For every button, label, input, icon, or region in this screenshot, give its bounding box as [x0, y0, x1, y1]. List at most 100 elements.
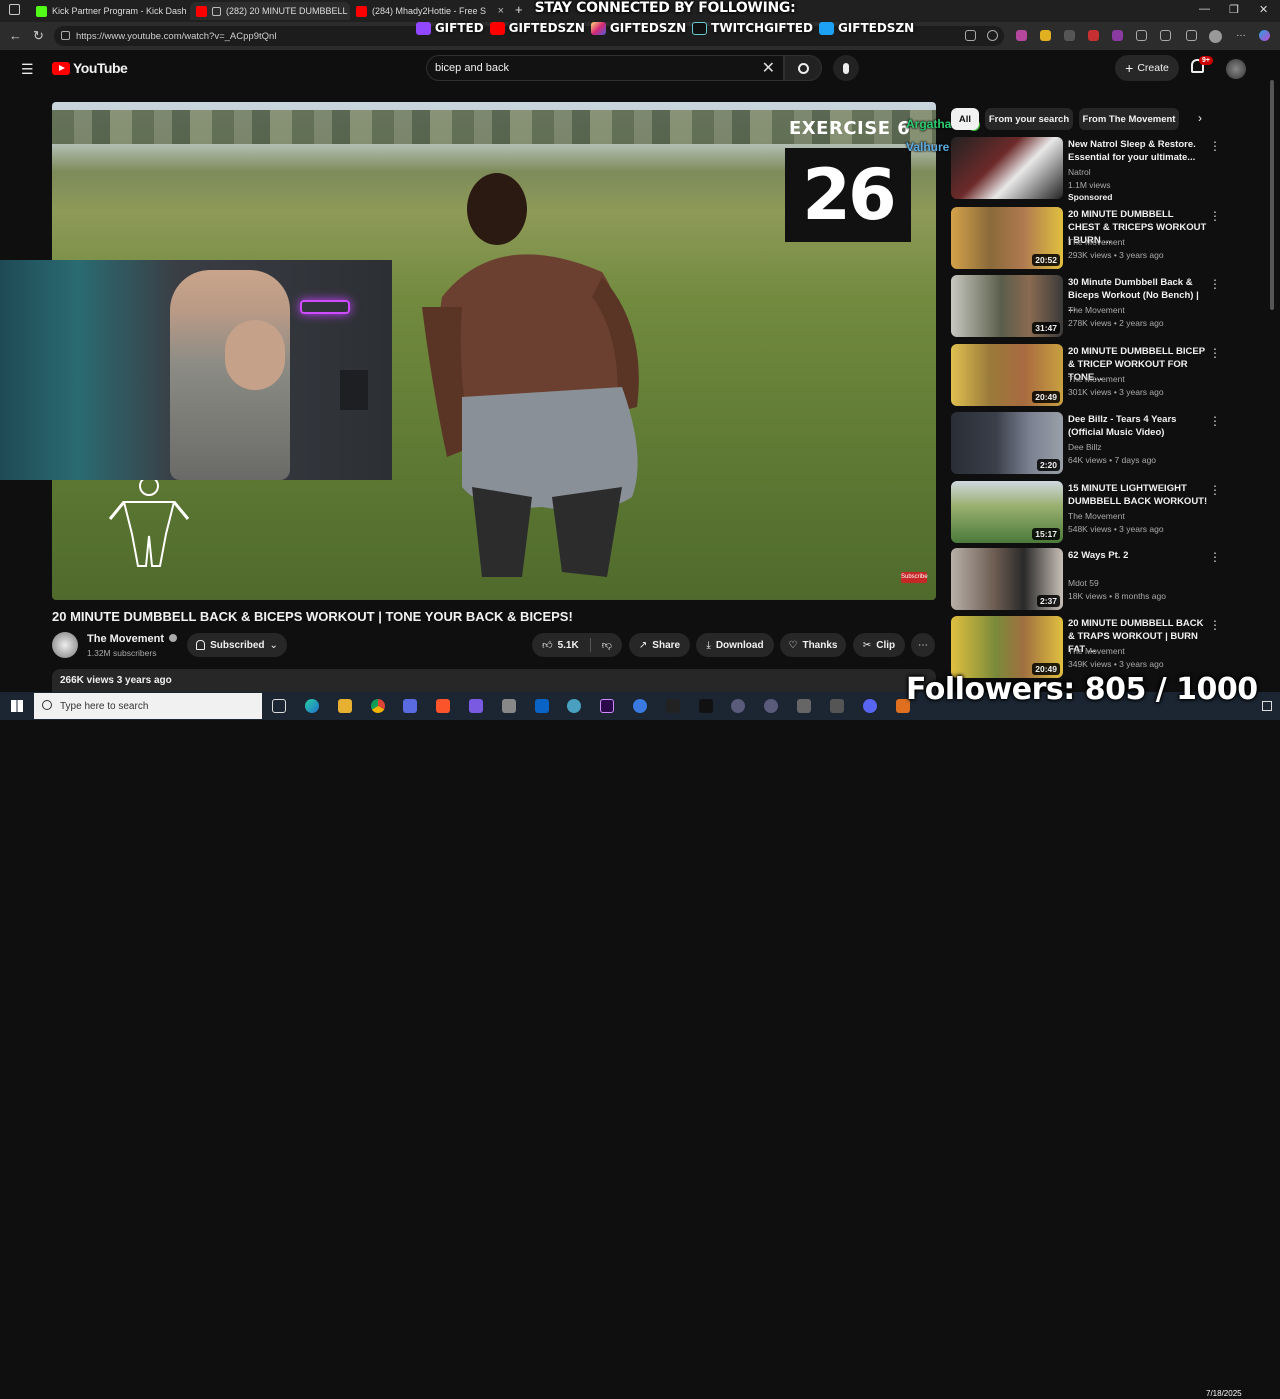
outlook-icon[interactable] — [535, 699, 549, 713]
taskbar-search-input[interactable]: Type here to search — [34, 693, 262, 719]
more-actions-button[interactable]: ⋯ — [911, 633, 935, 657]
app-icon[interactable] — [567, 699, 581, 713]
share-button[interactable]: ↗ Share — [629, 633, 690, 657]
recommendation-item[interactable]: 2:37 62 Ways Pt. 2 Mdot 59 18K views • 8… — [951, 548, 1221, 610]
more-options-icon[interactable]: ⋮ — [1209, 550, 1221, 564]
premiere-icon[interactable] — [600, 699, 614, 713]
app-icon[interactable] — [797, 699, 811, 713]
clip-button[interactable]: ✂ Clip — [853, 633, 905, 657]
extension-icon[interactable] — [1112, 30, 1123, 41]
youtube-wordmark: YouTube — [73, 60, 128, 76]
app-icon[interactable] — [469, 699, 483, 713]
download-button[interactable]: ⤓ Download — [696, 633, 774, 657]
chip-from-the-movement[interactable]: From The Movement — [1079, 108, 1179, 130]
favorite-star-icon[interactable] — [987, 30, 998, 41]
task-view-icon[interactable] — [272, 699, 286, 713]
recommendation-item[interactable]: 20:52 20 MINUTE DUMBBELL CHEST & TRICEPS… — [951, 207, 1221, 269]
file-explorer-icon[interactable] — [338, 699, 352, 713]
new-tab-button[interactable]: + — [515, 2, 523, 17]
app-icon[interactable] — [502, 699, 516, 713]
chrome-icon[interactable] — [371, 699, 385, 713]
recommendation-item[interactable]: 15:17 15 MINUTE LIGHTWEIGHT DUMBBELL BAC… — [951, 481, 1221, 543]
subscribed-button[interactable]: Subscribed ⌄ — [187, 633, 287, 657]
tiktok-icon[interactable] — [699, 699, 713, 713]
close-icon[interactable]: × — [498, 5, 504, 17]
recommendation-item[interactable]: New Natrol Sleep & Restore. Essential fo… — [951, 137, 1221, 202]
more-options-icon[interactable]: ⋮ — [1209, 209, 1221, 223]
more-options-icon[interactable]: ⋮ — [1209, 483, 1221, 497]
tab-youtube-2[interactable]: (284) Mhady2Hottie - Free S × — [350, 2, 510, 20]
app-icon[interactable] — [633, 699, 647, 713]
extension-icon[interactable] — [1040, 30, 1051, 41]
copilot-icon[interactable] — [1259, 30, 1270, 41]
favorites-icon[interactable] — [1186, 30, 1197, 41]
search-button[interactable] — [784, 55, 822, 81]
chip-all[interactable]: All — [951, 108, 979, 130]
browser-extension-icon[interactable] — [1160, 30, 1171, 41]
recommendation-item[interactable]: 20:49 20 MINUTE DUMBBELL BACK & TRAPS WO… — [951, 616, 1221, 678]
video-duration: 31:47 — [1032, 322, 1060, 334]
thumbs-down-icon[interactable]: 👎︎ — [602, 639, 612, 651]
tab-youtube-active[interactable]: (282) 20 MINUTE DUMBBELL × — [190, 2, 350, 20]
create-button[interactable]: + Create — [1115, 55, 1179, 81]
chevron-right-icon[interactable]: › — [1198, 111, 1202, 125]
close-window-icon[interactable]: ✕ — [1259, 3, 1268, 16]
more-options-icon[interactable]: ⋮ — [1209, 277, 1221, 291]
epic-games-icon[interactable] — [666, 699, 680, 713]
split-screen-icon[interactable] — [965, 30, 976, 41]
maximize-icon[interactable]: ❐ — [1229, 3, 1239, 16]
notification-center-icon[interactable] — [1262, 701, 1272, 711]
minimize-icon[interactable]: — — [1199, 3, 1210, 15]
brave-icon[interactable] — [436, 699, 450, 713]
extension-icon[interactable] — [1088, 30, 1099, 41]
recommendation-item[interactable]: 2:20 Dee Billz - Tears 4 Years (Official… — [951, 412, 1221, 474]
search-icon — [42, 700, 52, 710]
app-icon[interactable] — [731, 699, 745, 713]
tab-kick[interactable]: Kick Partner Program - Kick Dash × — [30, 2, 190, 20]
recommendation-item[interactable]: 20:49 20 MINUTE DUMBBELL BICEP & TRICEP … — [951, 344, 1221, 406]
search-input[interactable]: bicep and back ✕ — [426, 55, 784, 81]
extensions-puzzle-icon[interactable] — [1136, 30, 1147, 41]
youtube-logo[interactable]: YouTube — [52, 60, 128, 76]
mute-icon[interactable] — [212, 6, 221, 16]
back-arrow-icon[interactable]: ← — [9, 28, 22, 43]
windows-start-icon[interactable] — [11, 700, 23, 712]
refresh-icon[interactable]: ↻ — [33, 28, 44, 44]
chip-from-your-search[interactable]: From your search — [985, 108, 1073, 130]
recommendation-meta: 301K views • 3 years ago — [1068, 387, 1164, 397]
tab-actions-icon[interactable] — [9, 4, 20, 15]
subscribe-watermark[interactable]: Subscribe — [901, 572, 928, 583]
site-info-icon[interactable] — [61, 31, 70, 40]
taskbar-search-placeholder: Type here to search — [60, 700, 149, 712]
chat-username: Valhure : — [906, 140, 957, 154]
app-icon[interactable] — [403, 699, 417, 713]
account-avatar[interactable] — [1226, 59, 1246, 79]
taskbar-clock[interactable]: 7/18/2025 — [1206, 1389, 1242, 1399]
discord-icon[interactable] — [863, 699, 877, 713]
page-scrollbar[interactable] — [1270, 80, 1274, 310]
more-options-icon[interactable]: ⋮ — [1209, 139, 1221, 153]
more-options-icon[interactable]: ⋮ — [1209, 618, 1221, 632]
like-button[interactable]: 👍︎ 5.1K 👎︎ — [532, 633, 622, 657]
edge-browser-icon[interactable] — [305, 699, 319, 713]
recommendation-item[interactable]: 31:47 30 Minute Dumbbell Back & Biceps W… — [951, 275, 1221, 337]
menu-icon[interactable]: ☰ — [21, 61, 34, 78]
streamer-hand — [225, 320, 285, 390]
thanks-button[interactable]: ♡ Thanks — [780, 633, 846, 657]
extension-icon[interactable] — [1016, 30, 1027, 41]
extension-icon[interactable] — [1064, 30, 1075, 41]
more-options-icon[interactable]: … — [1236, 28, 1247, 39]
more-options-icon[interactable]: ⋮ — [1209, 346, 1221, 360]
profile-avatar[interactable] — [1209, 30, 1222, 43]
followers-goal-overlay: Followers: 805 / 1000 — [906, 672, 1258, 707]
channel-avatar[interactable] — [52, 632, 78, 658]
subscriber-count: 1.32M subscribers — [87, 648, 157, 658]
channel-name[interactable]: The Movement — [87, 633, 178, 645]
recommendation-channel: The Movement — [1068, 374, 1125, 384]
app-icon[interactable] — [764, 699, 778, 713]
more-options-icon[interactable]: ⋮ — [1209, 414, 1221, 428]
url-field[interactable]: https://www.youtube.com/watch?v=_ACpp9tQ… — [54, 26, 1004, 46]
clear-search-icon[interactable]: ✕ — [762, 58, 775, 78]
voice-search-button[interactable] — [833, 55, 859, 81]
app-icon[interactable] — [830, 699, 844, 713]
